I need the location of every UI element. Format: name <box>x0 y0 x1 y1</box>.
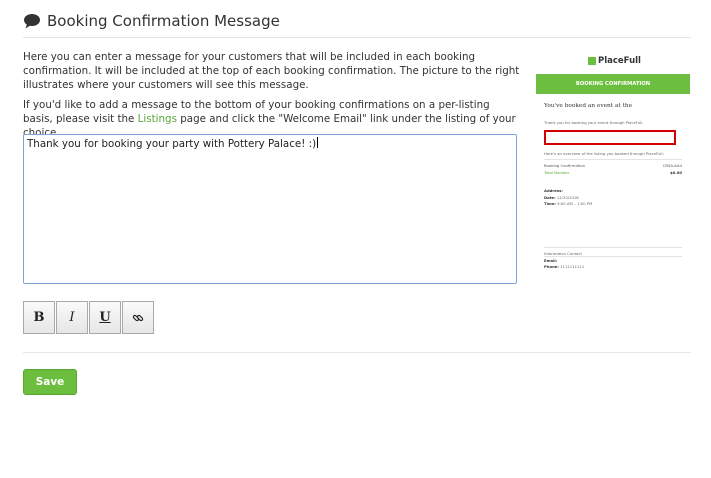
preview-time-value: 9:00 AM – 1:00 PM <box>557 201 593 206</box>
form-divider <box>23 352 691 353</box>
link-button[interactable] <box>122 301 154 334</box>
preview-phone-value: 1111111111 <box>560 264 585 269</box>
page-header: Booking Confirmation Message <box>23 12 280 30</box>
preview-divider <box>544 247 682 248</box>
preview-message-highlight <box>544 130 676 145</box>
speech-bubble-icon <box>24 14 40 29</box>
preview-time-label: Time: <box>544 201 556 206</box>
preview-logo: PlaceFull <box>588 56 641 66</box>
message-editor[interactable]: Thank you for booking your party with Po… <box>23 134 517 284</box>
preview-row-value: $0.00 <box>669 170 682 175</box>
preview-row-label: Total Number <box>544 170 570 175</box>
listings-link[interactable]: Listings <box>138 113 177 125</box>
preview-row: Booking Confirmation CR9A-AA4 <box>544 163 682 168</box>
preview-thanks: Thank you for booking your event through… <box>544 120 644 125</box>
link-icon <box>132 314 144 321</box>
intro-paragraph: Here you can enter a message for your cu… <box>23 51 520 91</box>
preview-heading: You've booked an event at the <box>544 103 633 109</box>
save-button[interactable]: Save <box>23 369 77 395</box>
bold-button[interactable]: B <box>23 301 55 334</box>
preview-date-value: 11/20/2018 <box>556 195 579 200</box>
preview-title-bar: BOOKING CONFIRMATION <box>536 74 690 94</box>
formatting-toolbar: B I U <box>23 301 155 334</box>
preview-row-value: CR9A-AA4 <box>662 163 682 168</box>
preview-phone-label: Phone: <box>544 264 559 269</box>
underline-button[interactable]: U <box>89 301 121 334</box>
page-title: Booking Confirmation Message <box>47 12 280 30</box>
preview-time: Time: 9:00 AM – 1:00 PM <box>544 201 592 206</box>
preview-divider <box>544 159 682 160</box>
confirmation-preview-image: PlaceFull BOOKING CONFIRMATION You've bo… <box>536 50 690 280</box>
header-divider <box>23 37 691 38</box>
message-editor-text: Thank you for booking your party with Po… <box>27 138 317 150</box>
preview-date-label: Date: <box>544 195 556 200</box>
preview-logo-text: PlaceFull <box>598 56 641 66</box>
preview-address-label: Address: <box>544 188 563 193</box>
preview-divider <box>544 256 682 257</box>
placefull-logo-icon <box>588 57 596 65</box>
preview-receipt-note: Here's an overview of the listing you bo… <box>544 151 664 156</box>
text-caret <box>317 137 319 148</box>
preview-row-label: Booking Confirmation <box>544 163 586 168</box>
preview-date: Date: 11/20/2018 <box>544 195 579 200</box>
preview-row: Total Number $0.00 <box>544 170 682 175</box>
italic-button[interactable]: I <box>56 301 88 334</box>
preview-phone: Phone: 1111111111 <box>544 264 584 269</box>
preview-email-label: Email: <box>544 258 558 263</box>
